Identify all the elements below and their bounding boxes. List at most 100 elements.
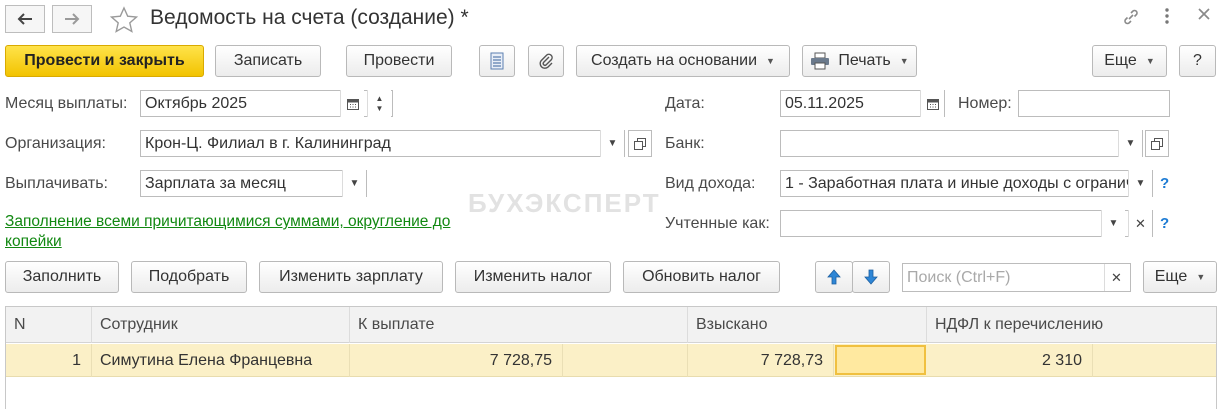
- row-ndfl-extra[interactable]: [1093, 344, 1216, 377]
- column-header-collected[interactable]: Взыскано: [688, 307, 927, 343]
- move-down-button[interactable]: [852, 261, 890, 293]
- organization-value: Крон-Ц. Филиал в г. Калининград: [145, 134, 391, 152]
- link-icon[interactable]: [1121, 7, 1141, 32]
- chevron-down-icon: ▼: [766, 56, 775, 66]
- printer-icon: [811, 52, 830, 70]
- chevron-down-icon: ▼: [1196, 272, 1206, 282]
- chevron-down-icon: ▼: [899, 56, 909, 66]
- chevron-down-icon: ▼: [1135, 178, 1146, 189]
- change-salary-button[interactable]: Изменить зарплату: [259, 261, 443, 293]
- column-header-n[interactable]: N: [6, 307, 92, 343]
- income-type-field[interactable]: 1 - Заработная плата и иные доходы с огр…: [780, 170, 1153, 197]
- column-header-to-pay[interactable]: К выплате: [350, 307, 688, 343]
- chevron-down-icon: ▼: [1125, 138, 1136, 149]
- income-type-help-icon[interactable]: ?: [1160, 175, 1169, 192]
- arrow-right-icon: [65, 13, 80, 25]
- save-button[interactable]: Записать: [215, 45, 321, 77]
- row-ndfl[interactable]: 2 310: [927, 344, 1093, 377]
- watermark: БУХЭКСПЕРТ: [468, 188, 661, 218]
- pay-dropdown-button[interactable]: ▼: [342, 170, 366, 197]
- create-based-on-button[interactable]: Создать на основании ▼: [576, 45, 790, 77]
- row-number: 1: [6, 344, 92, 377]
- date-calendar-button[interactable]: [920, 90, 944, 117]
- counted-as-dropdown-button[interactable]: ▼: [1101, 210, 1125, 237]
- arrow-up-icon: [827, 269, 841, 285]
- bank-dropdown-button[interactable]: ▼: [1118, 130, 1142, 157]
- page-title: Ведомость на счета (создание) *: [150, 6, 469, 29]
- open-card-icon: [1151, 137, 1163, 150]
- post-button[interactable]: Провести: [346, 45, 452, 77]
- counted-as-label: Учтенные как:: [665, 215, 770, 232]
- employees-table: N Сотрудник К выплате Взыскано НДФЛ к пе…: [5, 306, 1217, 409]
- month-value: Октябрь 2025: [145, 94, 248, 112]
- chevron-down-icon: ▼: [1145, 56, 1155, 66]
- help-button[interactable]: ?: [1179, 45, 1216, 77]
- number-field[interactable]: [1018, 90, 1170, 117]
- month-label: Месяц выплаты:: [5, 95, 128, 112]
- more-vertical-icon[interactable]: [1163, 6, 1171, 31]
- pay-value: Зарплата за месяц: [145, 174, 286, 192]
- organization-label: Организация:: [5, 135, 106, 152]
- bank-field[interactable]: [780, 130, 1143, 157]
- arrow-down-icon: [864, 269, 878, 285]
- row-to-pay[interactable]: 7 728,75: [350, 344, 563, 377]
- search-clear-button[interactable]: ✕: [1104, 264, 1128, 291]
- calendar-icon: [926, 98, 939, 110]
- clear-icon: ✕: [1111, 269, 1122, 285]
- chevron-down-icon: ▼: [607, 138, 618, 149]
- spin-up-icon[interactable]: ▲: [376, 94, 384, 104]
- date-label: Дата:: [665, 95, 705, 112]
- create-based-on-label: Создать на основании: [591, 52, 758, 69]
- table-more-button[interactable]: Еще ▼: [1143, 261, 1217, 293]
- close-icon[interactable]: [1196, 6, 1212, 27]
- report-button[interactable]: [479, 45, 515, 77]
- clear-icon: ✕: [1135, 215, 1146, 231]
- post-and-close-button[interactable]: Провести и закрыть: [5, 45, 204, 77]
- pay-field[interactable]: Зарплата за месяц: [140, 170, 367, 197]
- move-up-button[interactable]: [815, 261, 853, 293]
- organization-field[interactable]: Крон-Ц. Филиал в г. Калининград: [140, 130, 625, 157]
- search-placeholder: Поиск (Ctrl+F): [907, 268, 1011, 286]
- update-tax-button[interactable]: Обновить налог: [623, 261, 780, 293]
- row-collected[interactable]: 7 728,73: [688, 344, 834, 377]
- attach-button[interactable]: [528, 45, 564, 77]
- chevron-down-icon: ▼: [349, 178, 360, 189]
- counted-as-field[interactable]: [780, 210, 1153, 237]
- table-more-label: Еще: [1154, 268, 1188, 285]
- income-type-value: 1 - Заработная плата и иные доходы с огр…: [785, 174, 1152, 192]
- date-value: 05.11.2025: [785, 94, 864, 112]
- chevron-down-icon: ▼: [1108, 218, 1119, 229]
- more-label: Еще: [1104, 52, 1137, 69]
- pick-button[interactable]: Подобрать: [131, 261, 247, 293]
- counted-as-clear-button[interactable]: ✕: [1128, 210, 1152, 237]
- bank-open-button[interactable]: [1145, 130, 1169, 157]
- more-button[interactable]: Еще ▼: [1092, 45, 1167, 77]
- fill-button[interactable]: Заполнить: [5, 261, 119, 293]
- open-card-icon: [634, 137, 646, 150]
- paperclip-icon: [539, 53, 553, 69]
- row-focused-cell[interactable]: [835, 345, 926, 375]
- table-row[interactable]: 1 Симутина Елена Францевна 7 728,75 7 72…: [6, 344, 1216, 377]
- document-list-icon: [490, 52, 504, 70]
- print-button[interactable]: Печать ▼: [802, 45, 917, 77]
- change-tax-button[interactable]: Изменить налог: [455, 261, 611, 293]
- arrow-left-icon: [17, 13, 32, 25]
- counted-as-help-icon[interactable]: ?: [1160, 215, 1169, 232]
- search-input[interactable]: Поиск (Ctrl+F): [902, 263, 1131, 292]
- forward-button[interactable]: [52, 5, 92, 33]
- row-to-pay-extra[interactable]: [563, 344, 688, 377]
- organization-dropdown-button[interactable]: ▼: [600, 130, 624, 157]
- column-header-employee[interactable]: Сотрудник: [92, 307, 350, 343]
- month-spinner[interactable]: ▲ ▼: [367, 90, 391, 117]
- row-employee[interactable]: Симутина Елена Францевна: [92, 344, 350, 377]
- favorite-star-icon[interactable]: [109, 6, 139, 38]
- organization-open-button[interactable]: [628, 130, 652, 157]
- income-type-dropdown-button[interactable]: ▼: [1128, 170, 1152, 197]
- back-button[interactable]: [5, 5, 45, 33]
- column-header-ndfl[interactable]: НДФЛ к перечислению: [927, 307, 1216, 343]
- spin-down-icon[interactable]: ▼: [376, 104, 384, 114]
- number-label: Номер:: [958, 95, 1012, 112]
- calendar-button[interactable]: [340, 90, 364, 117]
- pay-label: Выплачивать:: [5, 175, 108, 192]
- fill-rounding-link[interactable]: Заполнение всеми причитающимися суммами,…: [5, 212, 495, 252]
